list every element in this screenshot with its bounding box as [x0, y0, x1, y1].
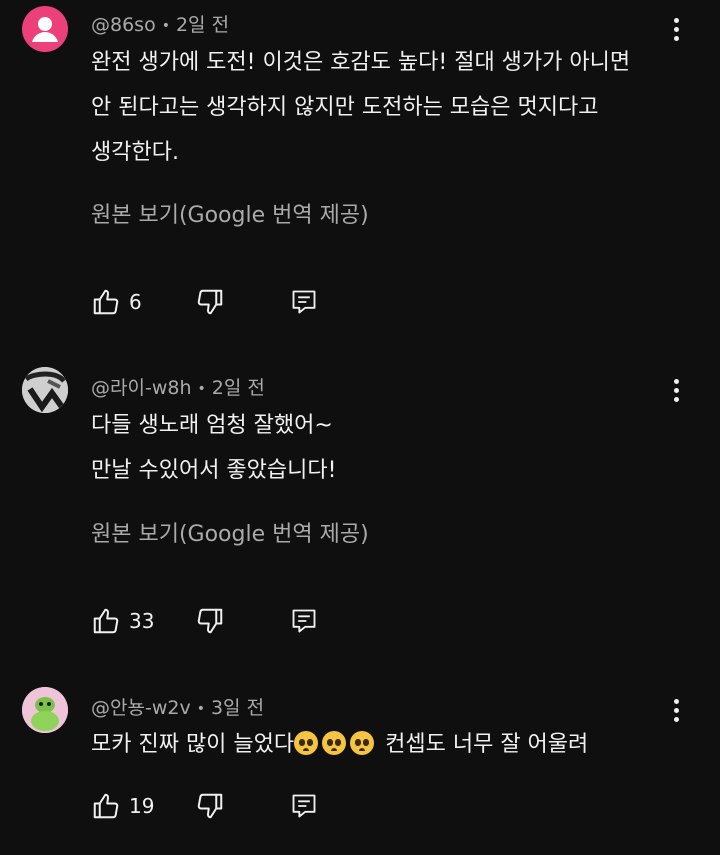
- separator-dot: •: [196, 700, 205, 717]
- thumbs-down-icon: [197, 289, 223, 315]
- separator-dot: •: [197, 380, 206, 397]
- like-button[interactable]: 6: [91, 286, 142, 318]
- pleading-face-icon: [294, 731, 319, 755]
- pleading-face-icon: [350, 731, 375, 755]
- see-original-link[interactable]: 원본 보기(Google 번역 제공): [91, 516, 369, 548]
- more-options-button[interactable]: [664, 373, 688, 407]
- comment-author[interactable]: @라이-w8h: [91, 377, 192, 399]
- comment-meta: @안뇽-w2v • 3일 전: [91, 693, 264, 720]
- comment-line: 완전 생가에 도전! 이것은 호감도 높다! 절대 생가가 아니면: [91, 50, 631, 75]
- thumbs-down-icon: [197, 793, 223, 819]
- thumbs-up-icon: [93, 608, 119, 634]
- thumbs-down-icon: [197, 608, 223, 634]
- dislike-button[interactable]: [195, 286, 225, 318]
- separator-dot: •: [161, 17, 170, 34]
- reply-icon: [292, 609, 316, 633]
- reply-icon: [292, 794, 316, 818]
- comment-author[interactable]: @86so: [91, 14, 156, 36]
- comment-actions: 33: [91, 605, 391, 637]
- thumbs-up-icon: [93, 289, 119, 315]
- comment-text-part: 컨셉도 너무 잘 어울려: [378, 732, 589, 757]
- user-silhouette-icon: [32, 17, 58, 42]
- thumbs-up-icon: [93, 793, 119, 819]
- comment-text: 모카 진짜 많이 늘었다 컨셉도 너무 잘 어울려: [91, 722, 681, 767]
- avatar-image: [22, 687, 68, 733]
- dislike-button[interactable]: [195, 605, 225, 637]
- comment-time[interactable]: 2일 전: [176, 14, 229, 36]
- comment-actions: 19: [91, 790, 391, 822]
- comment-text: 다들 생노래 엄청 잘했어~ 만날 수있어서 좋았습니다!: [91, 403, 681, 493]
- avatar[interactable]: [22, 367, 68, 413]
- reply-button[interactable]: [290, 286, 318, 318]
- comment-actions: 6: [91, 286, 391, 318]
- comment-line: 모카 진짜 많이 늘었다 컨셉도 너무 잘 어울려: [91, 722, 681, 767]
- like-count: 33: [129, 609, 155, 633]
- reply-button[interactable]: [290, 790, 318, 822]
- comment-time[interactable]: 2일 전: [212, 377, 265, 399]
- like-button[interactable]: 19: [91, 790, 154, 822]
- like-button[interactable]: 33: [91, 605, 154, 637]
- comment-meta: @86so • 2일 전: [91, 10, 229, 37]
- comment-text: 완전 생가에 도전! 이것은 호감도 높다! 절대 생가가 아니면 안 된다고는…: [91, 40, 681, 175]
- comment-line: 만날 수있어서 좋았습니다!: [91, 458, 337, 483]
- comment-author[interactable]: @안뇽-w2v: [91, 697, 191, 719]
- comment-line: 안 된다고는 생각하지 않지만 도전하는 모습은 멋지다고: [91, 95, 599, 120]
- avatar[interactable]: [22, 687, 68, 733]
- comment-text-part: 모카 진짜 많이 늘었다: [91, 732, 295, 757]
- reply-button[interactable]: [290, 605, 318, 637]
- dislike-button[interactable]: [195, 790, 225, 822]
- reply-icon: [292, 290, 316, 314]
- comment-line: 생각한다.: [91, 140, 179, 165]
- avatar-image: [22, 367, 68, 413]
- comment-time[interactable]: 3일 전: [211, 697, 264, 719]
- like-count: 19: [129, 794, 155, 818]
- comment-meta: @라이-w8h • 2일 전: [91, 373, 265, 400]
- see-original-link[interactable]: 원본 보기(Google 번역 제공): [91, 197, 369, 229]
- comment-line: 다들 생노래 엄청 잘했어~: [91, 413, 333, 438]
- pleading-face-icon: [322, 731, 347, 755]
- avatar[interactable]: [22, 6, 68, 52]
- like-count: 6: [129, 290, 142, 314]
